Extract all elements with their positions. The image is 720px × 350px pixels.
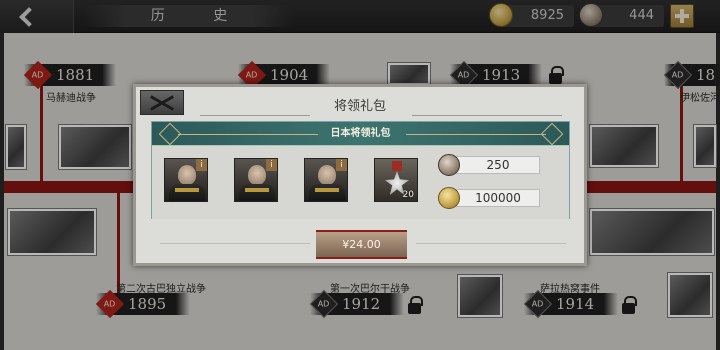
gold-reward-amount: 100000 [456, 189, 540, 207]
gift-pack-dialog: 将领礼包 日本将领礼包 i i i 20 250 100000 ¥24.00 [133, 84, 587, 266]
info-icon[interactable]: i [266, 159, 277, 171]
pack-header: 日本将领礼包 [152, 122, 569, 146]
item-count: 20 [402, 190, 414, 200]
dialog-title: 将领礼包 [333, 99, 386, 114]
buy-button[interactable]: ¥24.00 [316, 230, 407, 259]
gold-coin-icon [438, 187, 460, 209]
info-icon[interactable]: i [336, 159, 347, 171]
general-portrait-icon[interactable]: i [164, 158, 208, 202]
info-icon[interactable]: i [196, 159, 207, 171]
pack-panel: 日本将领礼包 i i i 20 250 100000 [151, 121, 570, 219]
medal-icon[interactable]: 20 [374, 158, 418, 202]
general-portrait-icon[interactable]: i [304, 158, 348, 202]
pack-name: 日本将领礼包 [330, 128, 391, 139]
silver-coin-icon [438, 154, 460, 176]
general-portrait-icon[interactable]: i [234, 158, 278, 202]
pack-contents: i i i 20 250 100000 [152, 146, 569, 219]
silver-reward-amount: 250 [456, 156, 540, 174]
